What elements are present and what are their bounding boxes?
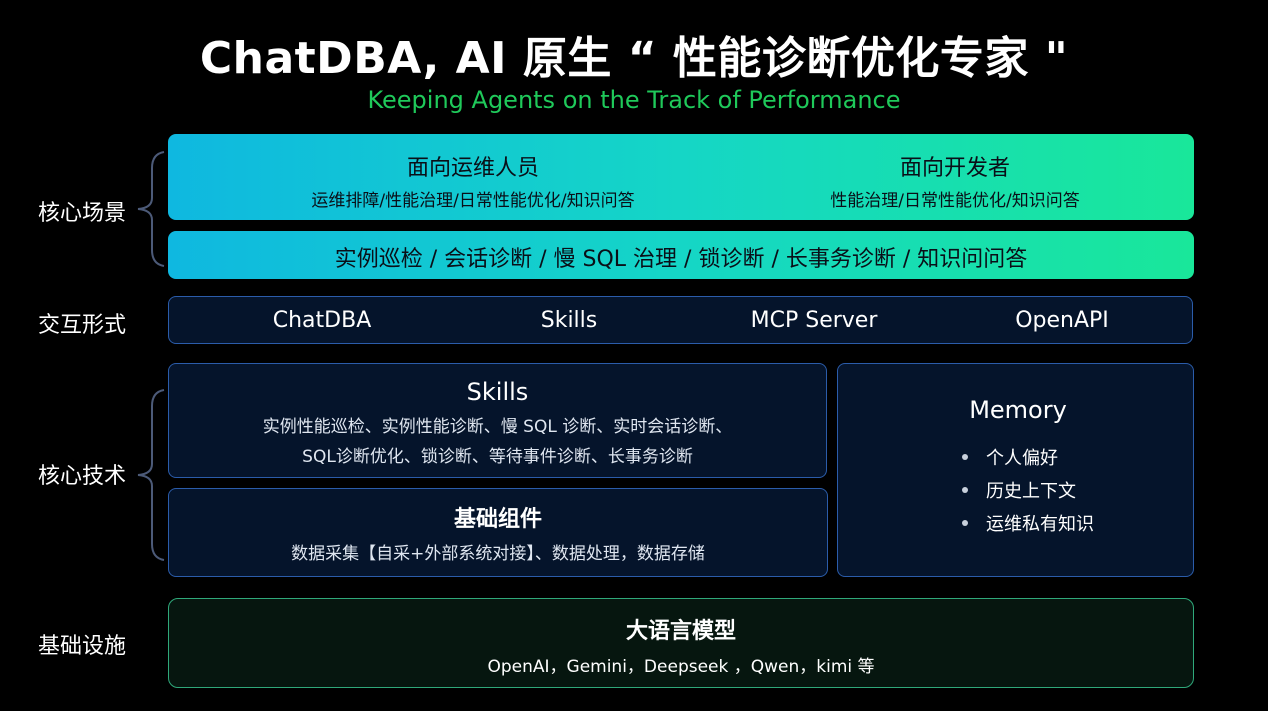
llm-subtitle: OpenAI，Gemini，Deepseek ，Qwen，kimi 等 bbox=[487, 657, 875, 677]
interaction-box: ChatDBA Skills MCP Server OpenAPI bbox=[168, 296, 1193, 344]
interaction-chatdba: ChatDBA bbox=[272, 308, 372, 333]
interaction-skills: Skills bbox=[540, 308, 598, 333]
row-label-interaction: 交互形式 bbox=[38, 313, 127, 338]
llm-title: 大语言模型 bbox=[625, 619, 736, 644]
scenario-features-box: 实例巡检 / 会话诊断 / 慢 SQL 治理 / 锁诊断 / 长事务诊断 / 知… bbox=[168, 231, 1194, 279]
row-label-tech: 核心技术 bbox=[38, 464, 127, 489]
memory-title: Memory bbox=[969, 396, 1067, 424]
skills-line-2: SQL诊断优化、锁诊断、等待事件诊断、长事务诊断 bbox=[302, 447, 693, 467]
base-components-subtitle: 数据采集【自采+外部系统对接】、数据处理，数据存储 bbox=[291, 544, 705, 564]
interaction-mcp-server: MCP Server bbox=[750, 308, 878, 333]
page-title: ChatDBA, AI 原生 “ 性能诊断优化专家 " bbox=[199, 33, 1069, 84]
skills-line-1: 实例性能巡检、实例性能诊断、慢 SQL 诊断、实时会话诊断、 bbox=[262, 417, 733, 437]
tech-brace bbox=[137, 389, 165, 561]
memory-item: 运维私有知识 bbox=[962, 506, 1094, 539]
row-label-infra: 基础设施 bbox=[38, 634, 127, 659]
base-components-box: 基础组件 数据采集【自采+外部系统对接】、数据处理，数据存储 bbox=[168, 488, 828, 577]
ops-title: 面向运维人员 bbox=[406, 156, 539, 181]
interaction-openapi: OpenAPI bbox=[1015, 308, 1109, 333]
row-label-scenarios: 核心场景 bbox=[38, 201, 127, 226]
memory-item: 历史上下文 bbox=[962, 473, 1094, 506]
scenario-audience-box: 面向运维人员 运维排障/性能治理/日常性能优化/知识问答 面向开发者 性能治理/… bbox=[168, 134, 1194, 220]
memory-item: 个人偏好 bbox=[962, 440, 1094, 473]
skills-box: Skills 实例性能巡检、实例性能诊断、慢 SQL 诊断、实时会话诊断、 SQ… bbox=[168, 363, 827, 478]
page-subtitle: Keeping Agents on the Track of Performan… bbox=[367, 86, 901, 114]
scenarios-brace bbox=[137, 151, 165, 267]
bullet-icon bbox=[962, 486, 968, 493]
features-text: 实例巡检 / 会话诊断 / 慢 SQL 治理 / 锁诊断 / 长事务诊断 / 知… bbox=[334, 247, 1028, 272]
memory-list: 个人偏好 历史上下文 运维私有知识 bbox=[962, 440, 1094, 539]
ops-subtitle: 运维排障/性能治理/日常性能优化/知识问答 bbox=[311, 191, 635, 211]
bullet-icon bbox=[962, 519, 968, 526]
dev-subtitle: 性能治理/日常性能优化/知识问答 bbox=[830, 191, 1080, 211]
base-components-title: 基础组件 bbox=[453, 507, 542, 532]
dev-title: 面向开发者 bbox=[899, 156, 1010, 181]
bullet-icon bbox=[962, 453, 968, 460]
llm-box: 大语言模型 OpenAI，Gemini，Deepseek ，Qwen，kimi … bbox=[168, 598, 1194, 688]
memory-box: Memory 个人偏好 历史上下文 运维私有知识 bbox=[837, 363, 1194, 577]
skills-title: Skills bbox=[466, 378, 529, 406]
